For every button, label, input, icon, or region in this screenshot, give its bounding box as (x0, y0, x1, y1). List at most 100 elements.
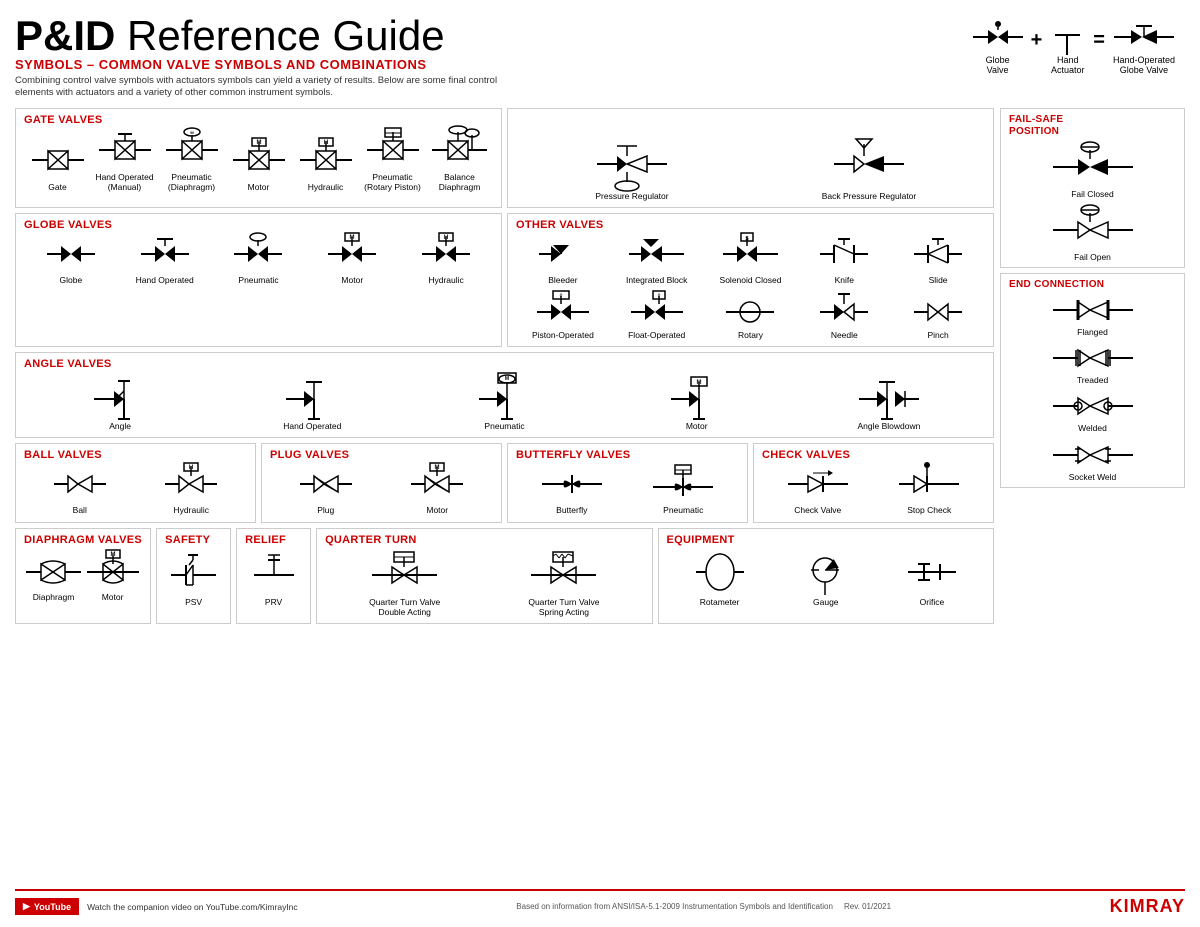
pressure-reg-label: Pressure Regulator (595, 191, 668, 201)
relief-title: RELIEF (245, 534, 302, 546)
rotary-symbol: Rotary (704, 290, 798, 340)
footer-left: ▶ YouTube Watch the companion video on Y… (15, 898, 298, 915)
motor-globe-symbol: M Motor (305, 235, 399, 285)
bleeder-label: Bleeder (548, 275, 577, 285)
angle-valves-section: ANGLE VALVES (15, 352, 994, 438)
psv-label: PSV (185, 597, 202, 607)
socket-weld-label: Socket Weld (1069, 472, 1117, 482)
hydraulic-globe-symbol: H Hydraulic (399, 235, 493, 285)
motor-diaphragm-label: Motor (102, 592, 124, 602)
stop-check-symbol: Stop Check (874, 465, 986, 515)
quarter-turn-title: QUARTER TURN (325, 534, 643, 546)
svg-text:M: M (190, 130, 194, 135)
pressure-reg-section: Pressure Regulator Back Pressure Regula (507, 108, 994, 208)
butterfly-symbols-row: Butterfly P (516, 465, 739, 515)
youtube-play-icon: ▶ (23, 901, 30, 912)
svg-text:H: H (189, 465, 193, 471)
piston-symbol: # Piston-Operated (516, 290, 610, 340)
plug-symbols-row: Plug M (270, 465, 493, 515)
motor-gate-label: Motor (248, 182, 270, 192)
pneumatic-butterfly-symbol: Pneumatic (628, 465, 740, 515)
slide-symbol: Slide (891, 235, 985, 285)
flanged-label: Flanged (1077, 327, 1108, 337)
description: Combining control valve symbols with act… (15, 75, 535, 100)
motor-plug-symbol: M Motor (382, 465, 494, 515)
end-connection-section: END CONNECTION Flanged (1000, 273, 1185, 488)
qt-double-symbol: Quarter Turn ValveDouble Acting (325, 550, 484, 617)
pneumatic-globe-label: Pneumatic (238, 275, 278, 285)
svg-text:M: M (256, 140, 261, 146)
eq-hand-actuator: HandActuator (1050, 20, 1085, 75)
svg-text:M: M (504, 376, 508, 382)
needle-symbol: Needle (797, 290, 891, 340)
rotameter-symbol: Rotameter (667, 550, 773, 607)
check-valve-label: Check Valve (794, 505, 841, 515)
pneumatic-globe-symbol: Pneumatic (212, 235, 306, 285)
globe-valves-section: GLOBE VALVES Globe (15, 213, 502, 347)
diaphragm-valves-title: DIAPHRAGM VALVES (24, 534, 142, 546)
hand-angle-symbol: Hand Operated (216, 374, 408, 431)
pneumatic-gate-symbol: M Pneumatic(Diaphragm) (158, 130, 225, 192)
globe-label: Globe (60, 275, 83, 285)
safety-section: SAFETY PSV (156, 528, 231, 624)
angle-blowdown-symbol: Angle Blowdown (793, 374, 985, 431)
fail-closed-item: Fail Closed (1009, 142, 1176, 199)
butterfly-valves-section: BUTTERFLY VALVES Butterfly (507, 443, 748, 522)
hydraulic-ball-label: Hydraulic (174, 505, 209, 515)
solenoid-closed-symbol: S Solenoid Closed (704, 235, 798, 285)
motor-plug-label: Motor (426, 505, 448, 515)
hydraulic-gate-label: Hydraulic (308, 182, 343, 192)
youtube-label: YouTube (34, 902, 71, 912)
hydraulic-gate-symbol: H Hydraulic (292, 140, 359, 192)
rotary-gate-label: Pneumatic(Rotary Piston) (364, 172, 421, 192)
fail-open-label: Fail Open (1074, 252, 1111, 262)
pneumatic-angle-label: Pneumatic (484, 421, 524, 431)
svg-text:H: H (323, 140, 327, 146)
right-sidebar: FAIL-SAFEPOSITION Fail Closed (1000, 108, 1185, 885)
float-symbol: # Float-Operated (610, 290, 704, 340)
angle-symbols-row: Angle Hand Operated (24, 374, 985, 431)
gauge-symbol: Gauge (773, 550, 879, 607)
treaded-item: Treaded (1009, 343, 1176, 385)
eq-globe-label: GlobeValve (986, 55, 1010, 75)
globe-symbol: Globe (24, 235, 118, 285)
bleeder-symbol: Bleeder (516, 235, 610, 285)
prv-symbol: PRV (245, 550, 302, 607)
svg-text:#: # (560, 293, 563, 299)
header-left: P&ID Reference Guide SYMBOLS – COMMON VA… (15, 15, 535, 100)
diaphragm-symbols-row: Diaphragm M (24, 550, 142, 602)
svg-text:#: # (657, 293, 660, 299)
plug-label: Plug (317, 505, 334, 515)
gate-valves-title: GATE VALVES (24, 114, 493, 126)
check-symbols-row: Check Valve Stop Check (762, 465, 985, 515)
angle-blowdown-label: Angle Blowdown (857, 421, 920, 431)
youtube-button[interactable]: ▶ YouTube (15, 898, 79, 915)
header: P&ID Reference Guide SYMBOLS – COMMON VA… (15, 15, 1185, 100)
ball-valves-title: BALL VALVES (24, 449, 247, 461)
gauge-label: Gauge (813, 597, 839, 607)
integrated-block-symbol: Integrated Block (610, 235, 704, 285)
angle-label: Angle (109, 421, 131, 431)
footer-center: Based on information from ANSI/ISA-5.1-2… (516, 902, 891, 911)
angle-symbol: Angle (24, 374, 216, 431)
needle-label: Needle (831, 330, 858, 340)
ball-symbols-row: Ball H Hydra (24, 465, 247, 515)
welded-label: Welded (1078, 423, 1107, 433)
other-valves-title: OTHER VALVES (516, 219, 985, 231)
orifice-label: Orifice (920, 597, 945, 607)
globe-symbols-row: Globe Hand Operated (24, 235, 493, 285)
gate-symbol: Gate (24, 140, 91, 192)
angle-valves-title: ANGLE VALVES (24, 358, 985, 370)
flanged-item: Flanged (1009, 295, 1176, 337)
end-connection-items: Flanged T (1009, 295, 1176, 482)
fail-safe-section: FAIL-SAFEPOSITION Fail Closed (1000, 108, 1185, 268)
footer-rev: Rev. 01/2021 (844, 902, 891, 911)
other-symbols-row1: Bleeder Integra (516, 235, 985, 285)
gate-symbols-row: Gate (24, 130, 493, 192)
diaphragm-valves-section: DIAPHRAGM VALVES Diaphragm (15, 528, 151, 624)
stop-check-label: Stop Check (907, 505, 951, 515)
pneumatic-gate-label: Pneumatic(Diaphragm) (168, 172, 215, 192)
knife-label: Knife (835, 275, 854, 285)
qt-symbols-row: Quarter Turn ValveDouble Acting (325, 550, 643, 617)
hand-globe-label: Hand Operated (136, 275, 194, 285)
